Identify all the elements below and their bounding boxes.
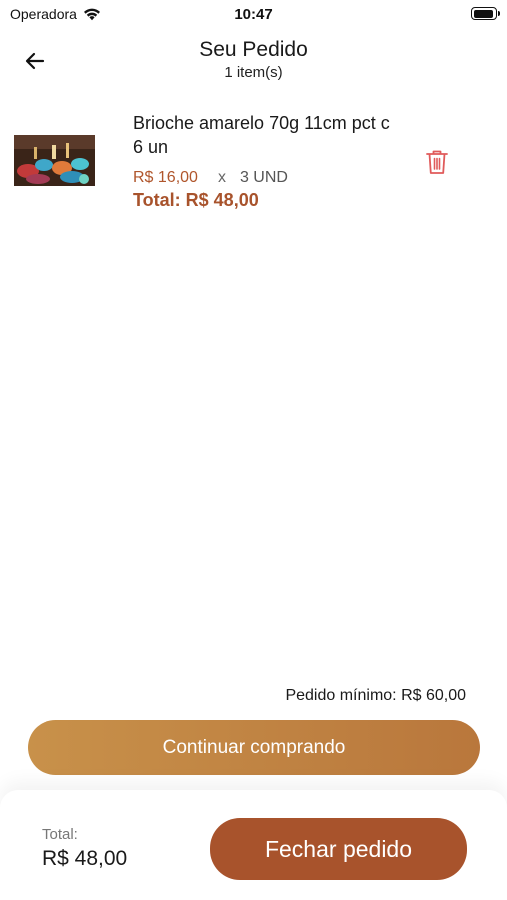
minimum-order-notice: Pedido mínimo: R$ 60,00 <box>285 687 466 704</box>
quantity: 3 UND <box>239 169 288 186</box>
trash-icon <box>426 150 448 174</box>
order-total-label: Total: <box>42 826 78 843</box>
page-header: Seu Pedido 1 item(s) <box>0 36 507 86</box>
product-name: Brioche amarelo 70g 11cm pct c 6 un <box>133 113 390 157</box>
battery-level <box>473 9 493 18</box>
item-total: Total: R$ 48,00 <box>133 190 259 210</box>
unit-price: R$ 16,00 <box>133 169 198 186</box>
item-count: 1 item(s) <box>224 64 283 81</box>
page-title: Seu Pedido <box>199 38 308 61</box>
cart-item: Brioche amarelo 70g 11cm pct c 6 un R$ 1… <box>0 106 507 216</box>
continue-shopping-button[interactable]: Continuar comprando <box>28 720 480 775</box>
remove-item-button[interactable] <box>424 148 450 176</box>
price-quantity-line: R$ 16,00 x 3 UND <box>133 169 288 187</box>
order-total-value: R$ 48,00 <box>42 847 128 870</box>
status-time: 10:47 <box>234 6 273 23</box>
product-image[interactable] <box>14 135 95 186</box>
battery-icon <box>471 7 500 20</box>
status-bar: Operadora 10:47 <box>0 0 507 28</box>
multiply-sign: x <box>217 169 226 186</box>
close-order-button[interactable]: Fechar pedido <box>210 818 467 880</box>
checkout-bar: Total: R$ 48,00 Fechar pedido <box>0 790 507 900</box>
order-screen: Operadora 10:47 Seu Pedido 1 item(s) Bri… <box>0 0 507 900</box>
